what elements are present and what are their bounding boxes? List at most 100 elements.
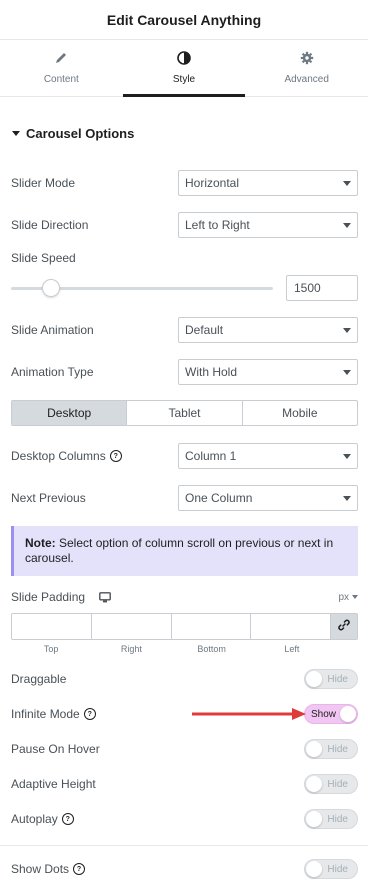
link-icon	[338, 619, 350, 634]
slider-mode-select[interactable]: Horizontal	[178, 170, 358, 196]
desktop-columns-select[interactable]: Column 1	[178, 443, 358, 469]
show-dots-label: Show Dots	[11, 862, 70, 876]
slide-direction-select[interactable]: Left to Right	[178, 212, 358, 238]
animation-type-row: Animation Type With Hold	[11, 359, 358, 385]
device-tab-desktop[interactable]: Desktop	[12, 401, 128, 425]
help-icon[interactable]: ?	[61, 813, 74, 825]
chevron-down-icon	[343, 222, 351, 228]
slider-mode-label: Slider Mode	[11, 176, 76, 190]
link-values-button[interactable]	[331, 614, 357, 639]
section-title: Carousel Options	[26, 125, 135, 141]
slide-direction-row: Slide Direction Left to Right	[11, 212, 358, 238]
tab-style-label: Style	[172, 74, 196, 85]
infinite-mode-label-wrap: Infinite Mode ?	[11, 707, 96, 721]
next-previous-select[interactable]: One Column	[178, 485, 358, 511]
padding-left-label: Left	[284, 644, 300, 654]
pause-on-hover-label: Pause On Hover	[11, 742, 100, 756]
slide-animation-label: Slide Animation	[11, 323, 94, 337]
autoplay-row: Autoplay ? Hide	[11, 809, 358, 829]
tab-content[interactable]: Content	[0, 40, 123, 96]
slide-direction-label: Slide Direction	[11, 218, 89, 232]
autoplay-state: Hide	[327, 813, 348, 825]
device-tab-mobile[interactable]: Mobile	[243, 401, 357, 425]
padding-left-input[interactable]	[251, 614, 331, 639]
device-tab-tablet[interactable]: Tablet	[127, 401, 243, 425]
note-bold: Note:	[25, 536, 56, 550]
slide-padding-label-wrap: Slide Padding	[11, 590, 111, 604]
unit-select[interactable]: px	[338, 592, 358, 603]
pencil-icon	[54, 51, 68, 68]
slide-direction-value: Left to Right	[185, 218, 250, 232]
unit-value: px	[338, 591, 349, 603]
draggable-label: Draggable	[11, 672, 67, 686]
padding-right-input[interactable]	[92, 614, 172, 639]
animation-type-label: Animation Type	[11, 365, 94, 379]
chevron-down-icon	[343, 495, 351, 501]
help-icon[interactable]: ?	[73, 863, 86, 875]
slide-speed-label: Slide Speed	[11, 251, 76, 265]
show-dots-toggle[interactable]: Hide	[304, 859, 358, 879]
pause-on-hover-state: Hide	[327, 743, 348, 755]
draggable-row: Draggable Hide	[11, 669, 358, 689]
panel-header: Edit Carousel Anything	[0, 0, 368, 40]
padding-bottom-label: Bottom	[197, 644, 226, 654]
device-switcher: Desktop Tablet Mobile	[11, 400, 358, 426]
slide-padding-inputs	[11, 613, 358, 640]
tab-content-label: Content	[43, 74, 79, 85]
slider-mode-value: Horizontal	[185, 176, 240, 190]
chevron-down-icon	[343, 180, 351, 186]
infinite-mode-toggle[interactable]: Show	[304, 704, 358, 724]
slide-animation-row: Slide Animation Default	[11, 317, 358, 343]
draggable-state: Hide	[327, 673, 348, 685]
adaptive-height-row: Adaptive Height Hide	[11, 774, 358, 794]
slide-padding-row: Slide Padding px	[11, 590, 358, 604]
tab-style[interactable]: Style	[122, 40, 246, 97]
slide-speed-slider-handle[interactable]	[42, 279, 60, 297]
contrast-icon	[177, 51, 191, 68]
pause-on-hover-row: Pause On Hover Hide	[11, 739, 358, 759]
slider-mode-row: Slider Mode Horizontal	[11, 170, 358, 196]
padding-labels: Top Right Bottom Left	[11, 644, 332, 654]
infinite-mode-label: Infinite Mode	[11, 707, 80, 721]
adaptive-height-toggle[interactable]: Hide	[304, 774, 358, 794]
slide-speed-row: Slide Speed	[11, 251, 358, 265]
desktop-columns-value: Column 1	[185, 449, 237, 463]
animation-type-select[interactable]: With Hold	[178, 359, 358, 385]
caret-down-icon	[12, 130, 20, 136]
adaptive-height-state: Hide	[327, 778, 348, 790]
desktop-columns-label-wrap: Desktop Columns ?	[11, 449, 122, 463]
show-dots-row: Show Dots ? Hide	[11, 859, 358, 879]
desktop-columns-row: Desktop Columns ? Column 1	[11, 443, 358, 469]
help-icon[interactable]: ?	[109, 450, 122, 462]
autoplay-label-wrap: Autoplay ?	[11, 812, 74, 826]
slide-animation-value: Default	[185, 323, 224, 337]
padding-right-label: Right	[120, 644, 142, 654]
slide-speed-input[interactable]: 1500	[286, 275, 358, 301]
divider	[0, 845, 368, 846]
autoplay-toggle[interactable]: Hide	[304, 809, 358, 829]
tab-advanced[interactable]: Advanced	[245, 40, 368, 96]
section-toggle-carousel-options[interactable]: Carousel Options	[0, 113, 368, 153]
animation-type-value: With Hold	[185, 365, 238, 379]
chevron-down-icon	[343, 369, 351, 375]
adaptive-height-label: Adaptive Height	[11, 777, 96, 791]
next-previous-label: Next Previous	[11, 491, 86, 505]
tab-advanced-label: Advanced	[284, 74, 329, 85]
draggable-toggle[interactable]: Hide	[304, 669, 358, 689]
gear-icon	[300, 51, 314, 68]
note-box: Note: Select option of column scroll on …	[11, 526, 358, 576]
padding-top-input[interactable]	[12, 614, 92, 639]
next-previous-row: Next Previous One Column	[11, 485, 358, 511]
padding-bottom-input[interactable]	[172, 614, 252, 639]
infinite-mode-state: Show	[311, 708, 337, 720]
note-text: Select option of column scroll on previo…	[25, 536, 334, 565]
slide-animation-select[interactable]: Default	[178, 317, 358, 343]
pause-on-hover-toggle[interactable]: Hide	[304, 739, 358, 759]
slide-padding-label: Slide Padding	[11, 590, 86, 604]
autoplay-label: Autoplay	[11, 812, 58, 826]
desktop-monitor-icon[interactable]	[99, 591, 111, 603]
help-icon[interactable]: ?	[83, 708, 96, 720]
tab-bar: Content Style Advanced	[0, 40, 368, 97]
annotation-arrow-icon	[192, 708, 306, 720]
chevron-down-icon	[343, 453, 351, 459]
